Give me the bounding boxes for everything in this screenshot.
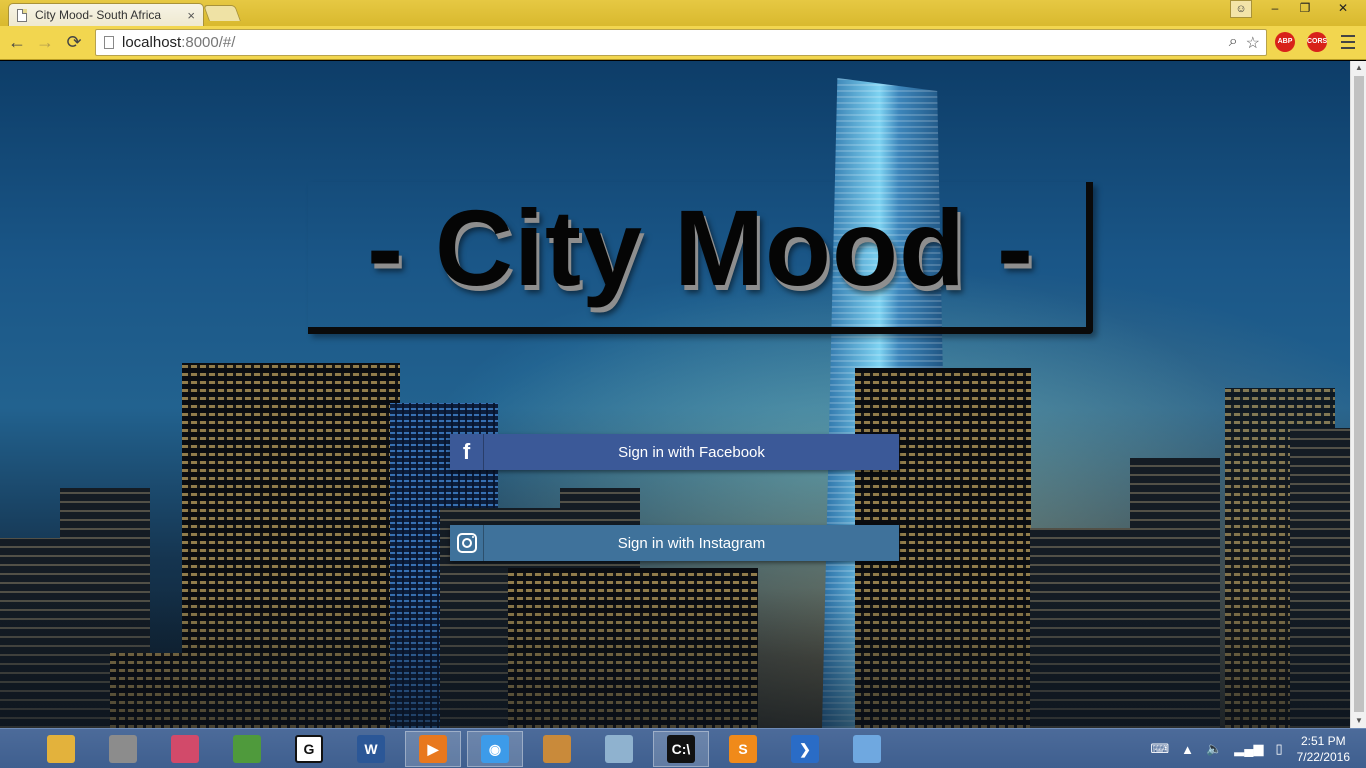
profile-icon[interactable]: ☺ (1230, 0, 1252, 18)
taskbar-app[interactable] (157, 731, 213, 767)
firewall-icon (109, 735, 137, 763)
taskbar-app[interactable]: ◉ (467, 731, 523, 767)
taskbar-app[interactable] (33, 731, 89, 767)
instagram-icon-wrapper (450, 525, 484, 561)
tab-close-icon[interactable]: × (187, 8, 195, 23)
taskbar-app[interactable]: ❯ (777, 731, 833, 767)
system-tray: ⌨ ▲ 🔈 ▂▄▆ ▯ 2:51 PM 7/22/2016 (1144, 729, 1366, 768)
clock[interactable]: 2:51 PM 7/22/2016 (1297, 733, 1350, 765)
powershell-icon: ❯ (791, 735, 819, 763)
browser-tab[interactable]: City Mood- South Africa × (8, 3, 204, 26)
page-scrollbar[interactable]: ▲ ▼ (1350, 61, 1366, 728)
window-app-icon (853, 735, 881, 763)
clock-date: 7/22/2016 (1296, 750, 1350, 764)
page-icon (17, 8, 27, 22)
close-window-button[interactable]: ✕ (1320, 0, 1366, 18)
show-hidden-icons-icon[interactable]: ▲ (1181, 742, 1194, 757)
address-bar[interactable]: localhost:8000/#/ ⌕ ☆ (95, 29, 1267, 56)
media-player-icon: ▶ (419, 735, 447, 763)
word-icon: W (357, 735, 385, 763)
monitor-icon (605, 735, 633, 763)
scroll-down-icon[interactable]: ▼ (1351, 714, 1366, 728)
page-title: - City Mood - (367, 187, 1034, 308)
taskbar-app[interactable] (839, 731, 895, 767)
window-controls: ☺ – ❐ ✕ (1230, 0, 1366, 20)
taskbar-app[interactable]: W (343, 731, 399, 767)
instagram-icon (456, 533, 477, 553)
taskbar-app[interactable]: G (281, 731, 337, 767)
facebook-signin-label: Sign in with Facebook (618, 443, 765, 461)
chrome-menu-icon[interactable] (1336, 31, 1360, 55)
network-icon[interactable]: ▂▄▆ (1234, 741, 1263, 757)
taskbar-app[interactable]: S (715, 731, 771, 767)
minimize-button[interactable]: – (1260, 0, 1290, 18)
chrome-icon: ◉ (481, 735, 509, 763)
facebook-signin-button[interactable]: f Sign in with Facebook (450, 434, 899, 470)
instagram-signin-label: Sign in with Instagram (617, 534, 766, 552)
keyboard-icon[interactable]: ⌨ (1150, 741, 1169, 757)
restore-button[interactable]: ❐ (1290, 0, 1320, 18)
battery-icon[interactable]: ▯ (1275, 741, 1282, 757)
palette-icon (543, 735, 571, 763)
file-explorer-icon (47, 735, 75, 763)
scroll-up-icon[interactable]: ▲ (1351, 61, 1366, 75)
url-path: :8000/#/ (181, 34, 236, 51)
notepad-chart-icon (233, 735, 261, 763)
taskbar-app[interactable] (591, 731, 647, 767)
paint-icon (171, 735, 199, 763)
back-icon[interactable]: ← (5, 31, 29, 55)
new-tab-button[interactable] (203, 5, 241, 21)
sublime-icon: S (729, 735, 757, 763)
adblock-extension-icon[interactable]: ABP (1275, 32, 1295, 52)
url-host: localhost (122, 34, 182, 51)
taskbar: G W ▶ ◉ C:\ S ❯ ⌨ ▲ 🔈 ▂▄▆ ▯ 2:51 PM 7/22/2016 (0, 728, 1366, 768)
zoom-icon[interactable]: ⌕ (1229, 33, 1238, 53)
taskbar-app[interactable] (219, 731, 275, 767)
facebook-icon: f (450, 434, 484, 470)
cors-extension-icon[interactable]: CORS (1307, 32, 1327, 52)
clock-time: 2:51 PM (1300, 734, 1346, 748)
title-bar: City Mood- South Africa × ☺ – ❐ ✕ (0, 0, 1366, 26)
city-haze (0, 588, 1350, 728)
tab-title: City Mood- South Africa (35, 8, 162, 22)
forward-icon[interactable]: → (33, 31, 57, 55)
scroll-thumb[interactable] (1354, 76, 1364, 712)
page-info-icon[interactable] (104, 36, 114, 49)
instagram-signin-button[interactable]: Sign in with Instagram (450, 525, 899, 561)
taskbar-app[interactable]: ▶ (405, 731, 461, 767)
browser-toolbar: ← → ⟳ localhost:8000/#/ ⌕ ☆ ABP CORS (0, 26, 1366, 60)
page-background: - City Mood - f Sign in with Facebook Si… (0, 61, 1350, 728)
taskbar-app[interactable] (529, 731, 585, 767)
volume-icon[interactable]: 🔈 (1206, 741, 1222, 757)
taskbar-app[interactable] (95, 731, 151, 767)
reload-icon[interactable]: ⟳ (62, 31, 86, 55)
taskbar-app[interactable]: C:\ (653, 731, 709, 767)
command-prompt-icon: C:\ (667, 735, 695, 763)
bookmark-star-icon[interactable]: ☆ (1246, 33, 1260, 53)
g-app-icon: G (295, 735, 323, 763)
